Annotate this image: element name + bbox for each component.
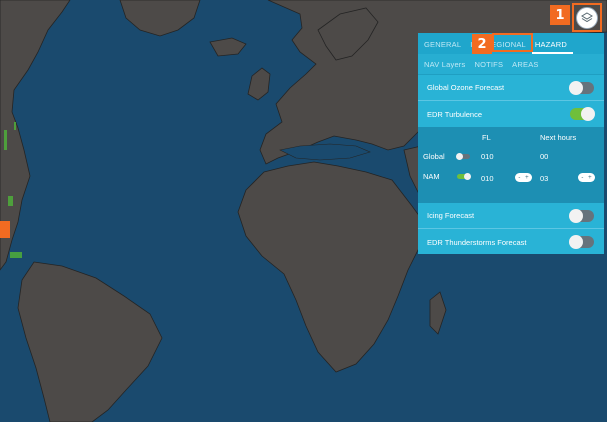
global-fl-value: 010 [481, 152, 494, 161]
global-next-value: 00 [540, 152, 549, 161]
layers-icon [581, 12, 593, 23]
tab-general[interactable]: GENERAL [421, 40, 467, 54]
radar-patch [14, 122, 16, 130]
col-next-header: Next hours [540, 133, 577, 142]
step-badge-1: 1 [550, 5, 570, 25]
tab-nav-layers[interactable]: NAV Layers [421, 60, 471, 74]
tab-bar-secondary: NAV Layers NOTIFS AREAS [418, 54, 604, 75]
thunder-toggle[interactable] [569, 235, 594, 249]
row-global-ozone: Global Ozone Forecast [418, 75, 604, 101]
hours-decrement[interactable]: - [581, 175, 583, 181]
region-marker [0, 221, 10, 238]
col-fl-header: FL [482, 133, 491, 142]
row-edr-turbulence: EDR Turbulence [418, 101, 604, 127]
thunder-label: EDR Thunderstorms Forecast [427, 237, 527, 247]
row-thunderstorms: EDR Thunderstorms Forecast [418, 229, 604, 255]
fl-stepper[interactable]: - + [515, 173, 532, 182]
edr-settings-table: FL Next hours Global 010 00 NAM 010 - + … [418, 127, 604, 203]
hours-increment[interactable]: + [588, 175, 592, 181]
icing-toggle[interactable] [569, 208, 594, 223]
step-badge-2: 2 [472, 34, 492, 54]
tab-notifs[interactable]: NOTIFS [471, 60, 509, 74]
hours-stepper[interactable]: - + [578, 173, 595, 182]
ozone-label: Global Ozone Forecast [427, 83, 505, 92]
radar-patch [4, 130, 7, 150]
icing-label: Icing Forecast [427, 211, 475, 220]
radar-patch [10, 252, 22, 258]
nam-fl-value: 010 [481, 174, 494, 183]
regional-tab-highlight [492, 33, 533, 52]
tab-hazard[interactable]: HAZARD [531, 40, 573, 54]
global-toggle[interactable] [456, 153, 470, 160]
layers-panel: GENERAL I REGIONAL HAZARD NAV Layers NOT… [418, 33, 604, 254]
radar-patch [8, 196, 13, 206]
ozone-toggle[interactable] [569, 80, 594, 95]
row-icing: Icing Forecast [418, 203, 604, 229]
fl-decrement[interactable]: - [518, 175, 520, 181]
nam-next-value: 03 [540, 174, 549, 183]
nam-label: NAM [423, 172, 440, 181]
nam-toggle[interactable] [457, 173, 471, 180]
tab-areas[interactable]: AREAS [509, 60, 544, 74]
global-label: Global [423, 152, 445, 161]
layers-button[interactable] [576, 7, 598, 29]
fl-increment[interactable]: + [525, 175, 529, 181]
edr-toggle[interactable] [570, 107, 595, 121]
edr-label: EDR Turbulence [427, 109, 483, 119]
